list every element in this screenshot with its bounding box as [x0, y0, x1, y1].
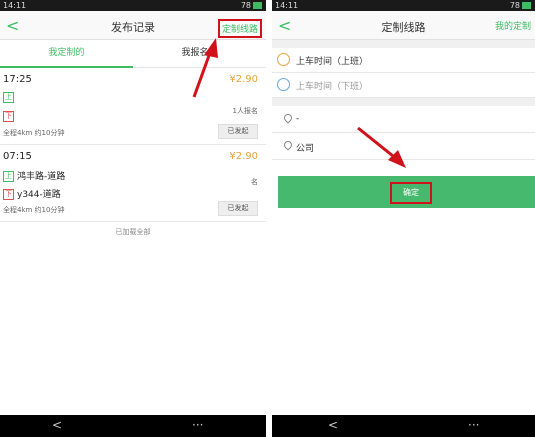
left-screen: 14:11 78 < 发布记录 定制线路 我定制的 我报名的 17:25 ¥2.… — [0, 0, 266, 437]
arrow-annotation-icon — [357, 126, 406, 168]
right-screen: 14:11 78 < 定制线路 我的定制 上车时间（上班） 上车时间（下班） -… — [272, 0, 535, 437]
arrow-annotation-icon — [192, 38, 218, 98]
